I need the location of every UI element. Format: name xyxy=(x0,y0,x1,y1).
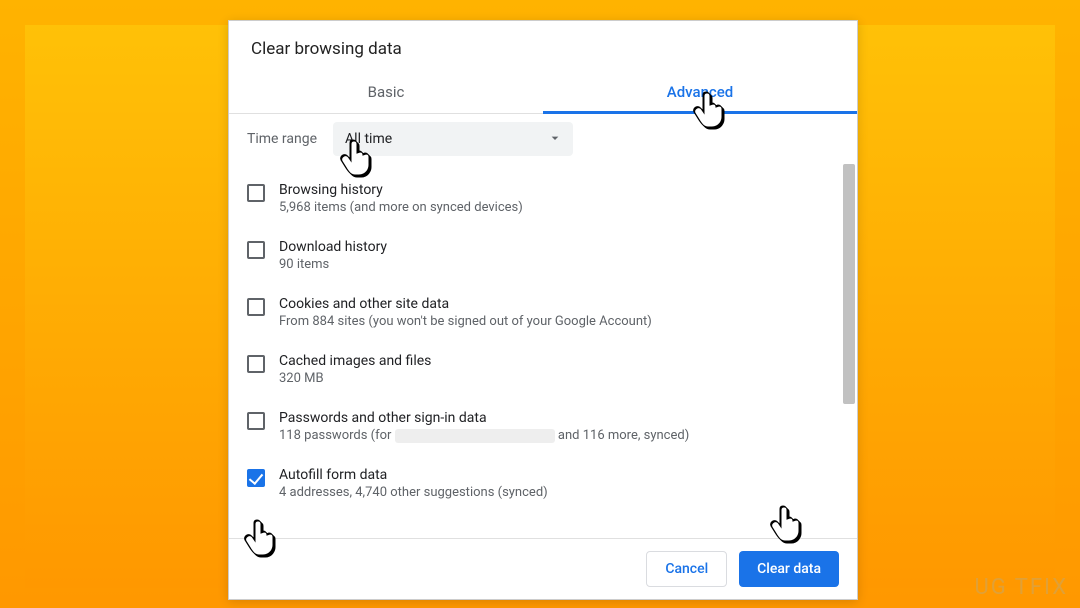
option-title: Passwords and other sign-in data xyxy=(279,410,689,426)
option-text: Browsing history 5,968 items (and more o… xyxy=(279,182,523,215)
option-row: Autofill form data 4 addresses, 4,740 ot… xyxy=(247,455,833,512)
options-list: Browsing history 5,968 items (and more o… xyxy=(229,164,857,518)
option-desc-prefix: 118 passwords (for xyxy=(279,428,395,443)
checkbox-passwords[interactable] xyxy=(247,412,265,430)
checkbox-download-history[interactable] xyxy=(247,241,265,259)
option-title: Autofill form data xyxy=(279,467,548,483)
option-row: Cached images and files 320 MB xyxy=(247,341,833,398)
tab-strip: Basic Advanced xyxy=(229,69,857,114)
option-text: Download history 90 items xyxy=(279,239,387,272)
time-range-row: Time range All time xyxy=(229,114,857,164)
watermark-text: UG TFIX xyxy=(974,575,1068,600)
option-text: Cached images and files 320 MB xyxy=(279,353,431,386)
option-desc: 118 passwords (for and 116 more, synced) xyxy=(279,428,689,443)
option-text: Autofill form data 4 addresses, 4,740 ot… xyxy=(279,467,548,500)
option-title: Download history xyxy=(279,239,387,255)
checkbox-browsing-history[interactable] xyxy=(247,184,265,202)
time-range-select[interactable]: All time xyxy=(333,122,573,156)
option-title: Cookies and other site data xyxy=(279,296,652,312)
options-scroll-area: Browsing history 5,968 items (and more o… xyxy=(229,164,857,538)
option-desc-suffix: and 116 more, synced) xyxy=(558,428,689,443)
tab-advanced[interactable]: Advanced xyxy=(543,69,857,113)
clear-data-button[interactable]: Clear data xyxy=(739,551,839,587)
option-row: Browsing history 5,968 items (and more o… xyxy=(247,170,833,227)
clear-browsing-data-dialog: Clear browsing data Basic Advanced Time … xyxy=(228,20,858,600)
tab-basic[interactable]: Basic xyxy=(229,69,543,113)
dialog-footer: Cancel Clear data xyxy=(229,538,857,599)
option-row: Cookies and other site data From 884 sit… xyxy=(247,284,833,341)
option-desc: 90 items xyxy=(279,257,387,272)
option-desc: 5,968 items (and more on synced devices) xyxy=(279,200,523,215)
time-range-label: Time range xyxy=(247,131,317,147)
option-title: Browsing history xyxy=(279,182,523,198)
option-desc: 320 MB xyxy=(279,371,431,386)
option-title: Cached images and files xyxy=(279,353,431,369)
option-desc: From 884 sites (you won't be signed out … xyxy=(279,314,652,329)
checkbox-autofill[interactable] xyxy=(247,469,265,487)
option-row: Download history 90 items xyxy=(247,227,833,284)
checkbox-cookies[interactable] xyxy=(247,298,265,316)
option-text: Passwords and other sign-in data 118 pas… xyxy=(279,410,689,443)
cancel-button[interactable]: Cancel xyxy=(646,551,727,587)
option-desc: 4 addresses, 4,740 other suggestions (sy… xyxy=(279,485,548,500)
scrollbar-thumb[interactable] xyxy=(843,164,855,404)
redacted-text xyxy=(395,429,555,443)
time-range-select-wrap: All time xyxy=(333,122,573,156)
option-text: Cookies and other site data From 884 sit… xyxy=(279,296,652,329)
dialog-title: Clear browsing data xyxy=(229,21,857,69)
option-row: Passwords and other sign-in data 118 pas… xyxy=(247,398,833,455)
checkbox-cached[interactable] xyxy=(247,355,265,373)
